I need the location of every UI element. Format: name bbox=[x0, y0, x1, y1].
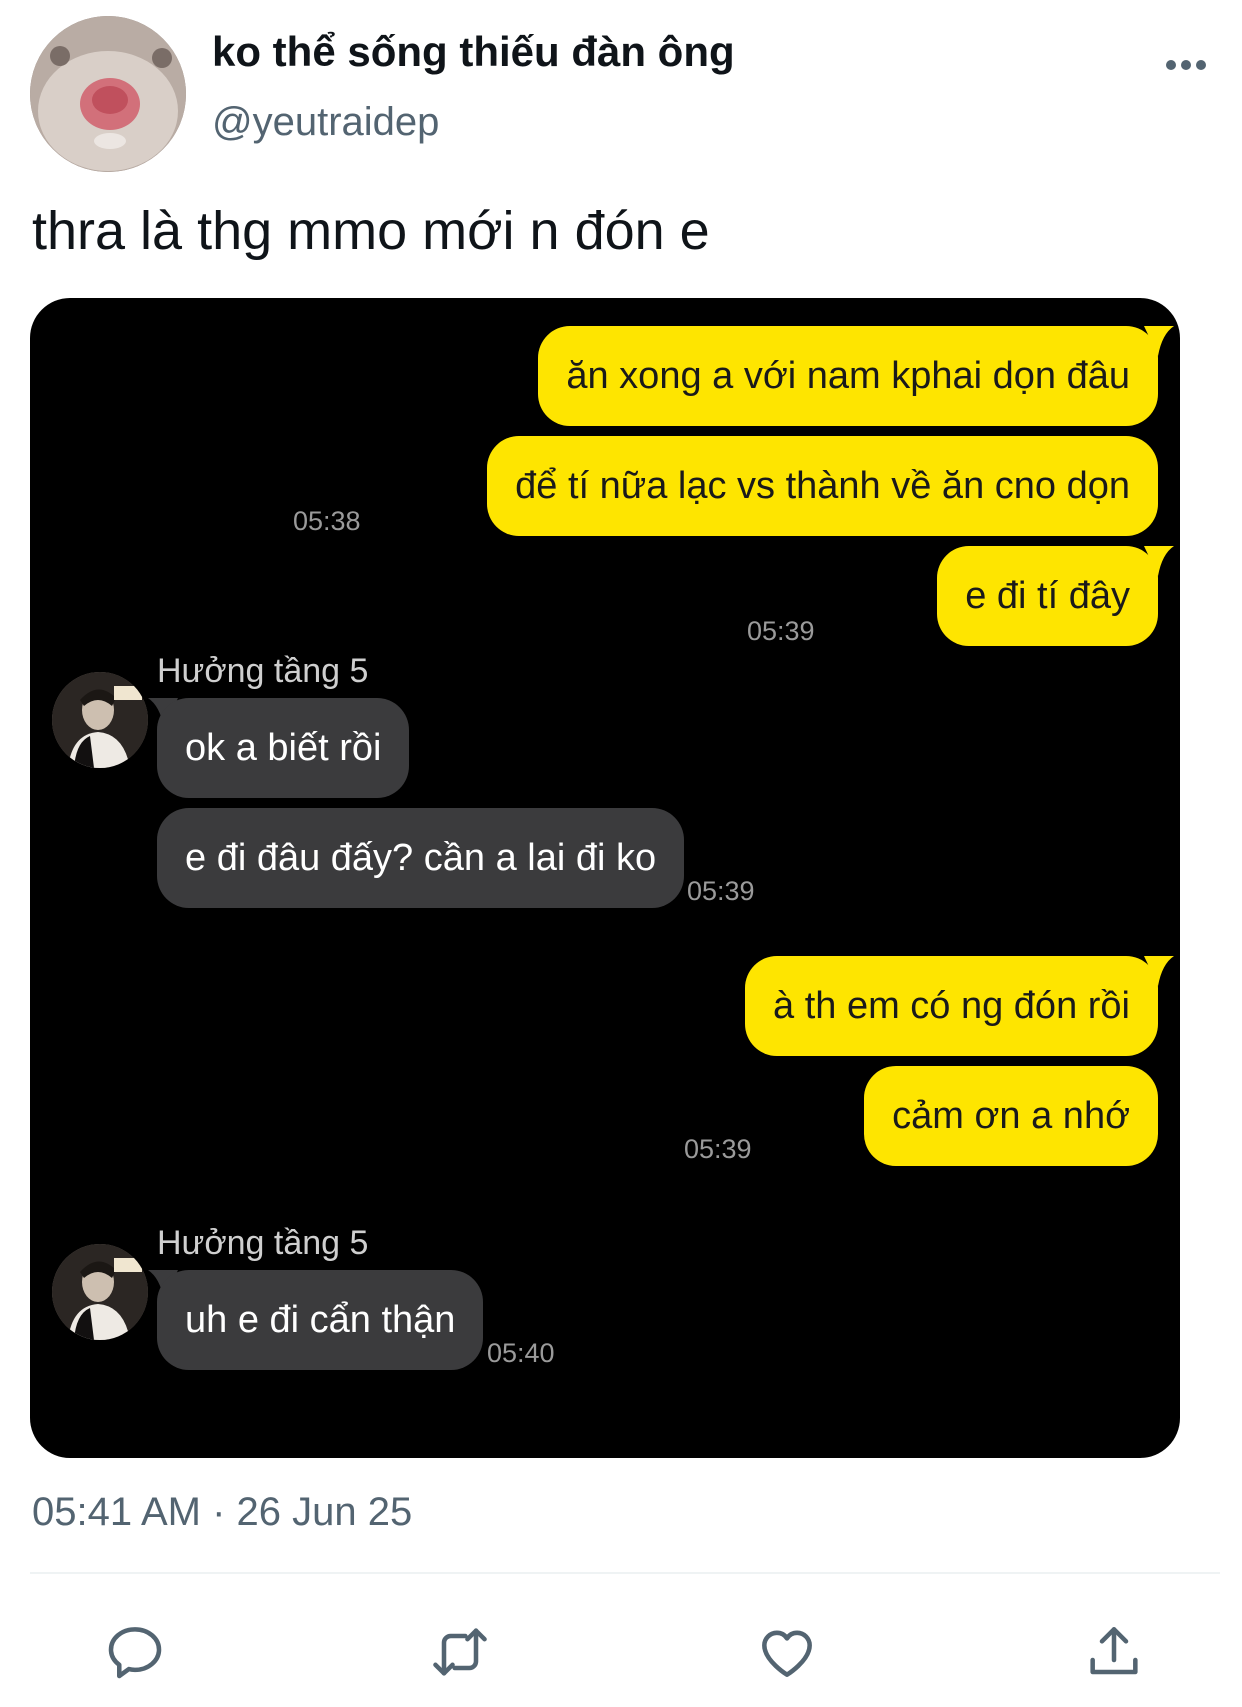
contact-avatar[interactable] bbox=[52, 1244, 148, 1340]
chat-message-outgoing: để tí nữa lạc vs thành về ăn cno dọn bbox=[487, 436, 1158, 536]
chat-message-outgoing: cảm ơn a nhớ bbox=[864, 1066, 1158, 1166]
message-time: 05:40 bbox=[487, 1338, 555, 1368]
message-time: 05:39 bbox=[687, 876, 755, 906]
bubble-tail-icon bbox=[1144, 546, 1174, 576]
chat-message-outgoing: e đi tí đây bbox=[937, 546, 1158, 646]
chat-message-outgoing: ăn xong a với nam kphai dọn đâu bbox=[538, 326, 1158, 426]
message-sender-name: Hưởng tầng 5 bbox=[157, 652, 369, 690]
author-handle[interactable]: @yeutraidep bbox=[212, 100, 439, 145]
contact-avatar[interactable] bbox=[52, 672, 148, 768]
chat-message-incoming: uh e đi cẩn thận bbox=[157, 1270, 484, 1370]
message-time: 05:39 bbox=[684, 1134, 752, 1164]
like-icon[interactable] bbox=[755, 1620, 819, 1684]
share-icon[interactable] bbox=[1082, 1620, 1146, 1684]
tweet-text: thra là thg mmo mới n đón e bbox=[32, 201, 710, 261]
author-display-name[interactable]: ko thể sống thiếu đàn ông bbox=[212, 28, 735, 76]
tweet-timestamp[interactable]: 05:41 AM · 26 Jun 25 bbox=[32, 1490, 412, 1535]
chat-message-incoming: e đi đâu đấy? cần a lai đi ko bbox=[157, 808, 685, 908]
contact-photo-icon bbox=[52, 1244, 148, 1340]
tweet-media-chat-screenshot[interactable]: ăn xong a với nam kphai dọn đâu để tí nữ… bbox=[30, 298, 1180, 1458]
bubble-tail-icon bbox=[1144, 326, 1174, 356]
hamster-avatar-icon bbox=[30, 16, 186, 172]
chat-message-outgoing: à th em có ng đón rồi bbox=[745, 956, 1158, 1056]
reply-icon[interactable] bbox=[103, 1620, 167, 1684]
divider bbox=[30, 1572, 1220, 1574]
more-horizontal-icon[interactable] bbox=[1164, 58, 1208, 72]
message-sender-name: Hưởng tầng 5 bbox=[157, 1224, 369, 1262]
contact-photo-icon bbox=[52, 672, 148, 768]
message-time: 05:39 bbox=[747, 616, 815, 646]
bubble-tail-icon bbox=[1144, 956, 1174, 986]
message-time: 05:38 bbox=[293, 506, 361, 536]
chat-message-incoming: ok a biết rồi bbox=[157, 698, 410, 798]
author-avatar[interactable] bbox=[30, 16, 186, 172]
retweet-icon[interactable] bbox=[428, 1620, 492, 1684]
